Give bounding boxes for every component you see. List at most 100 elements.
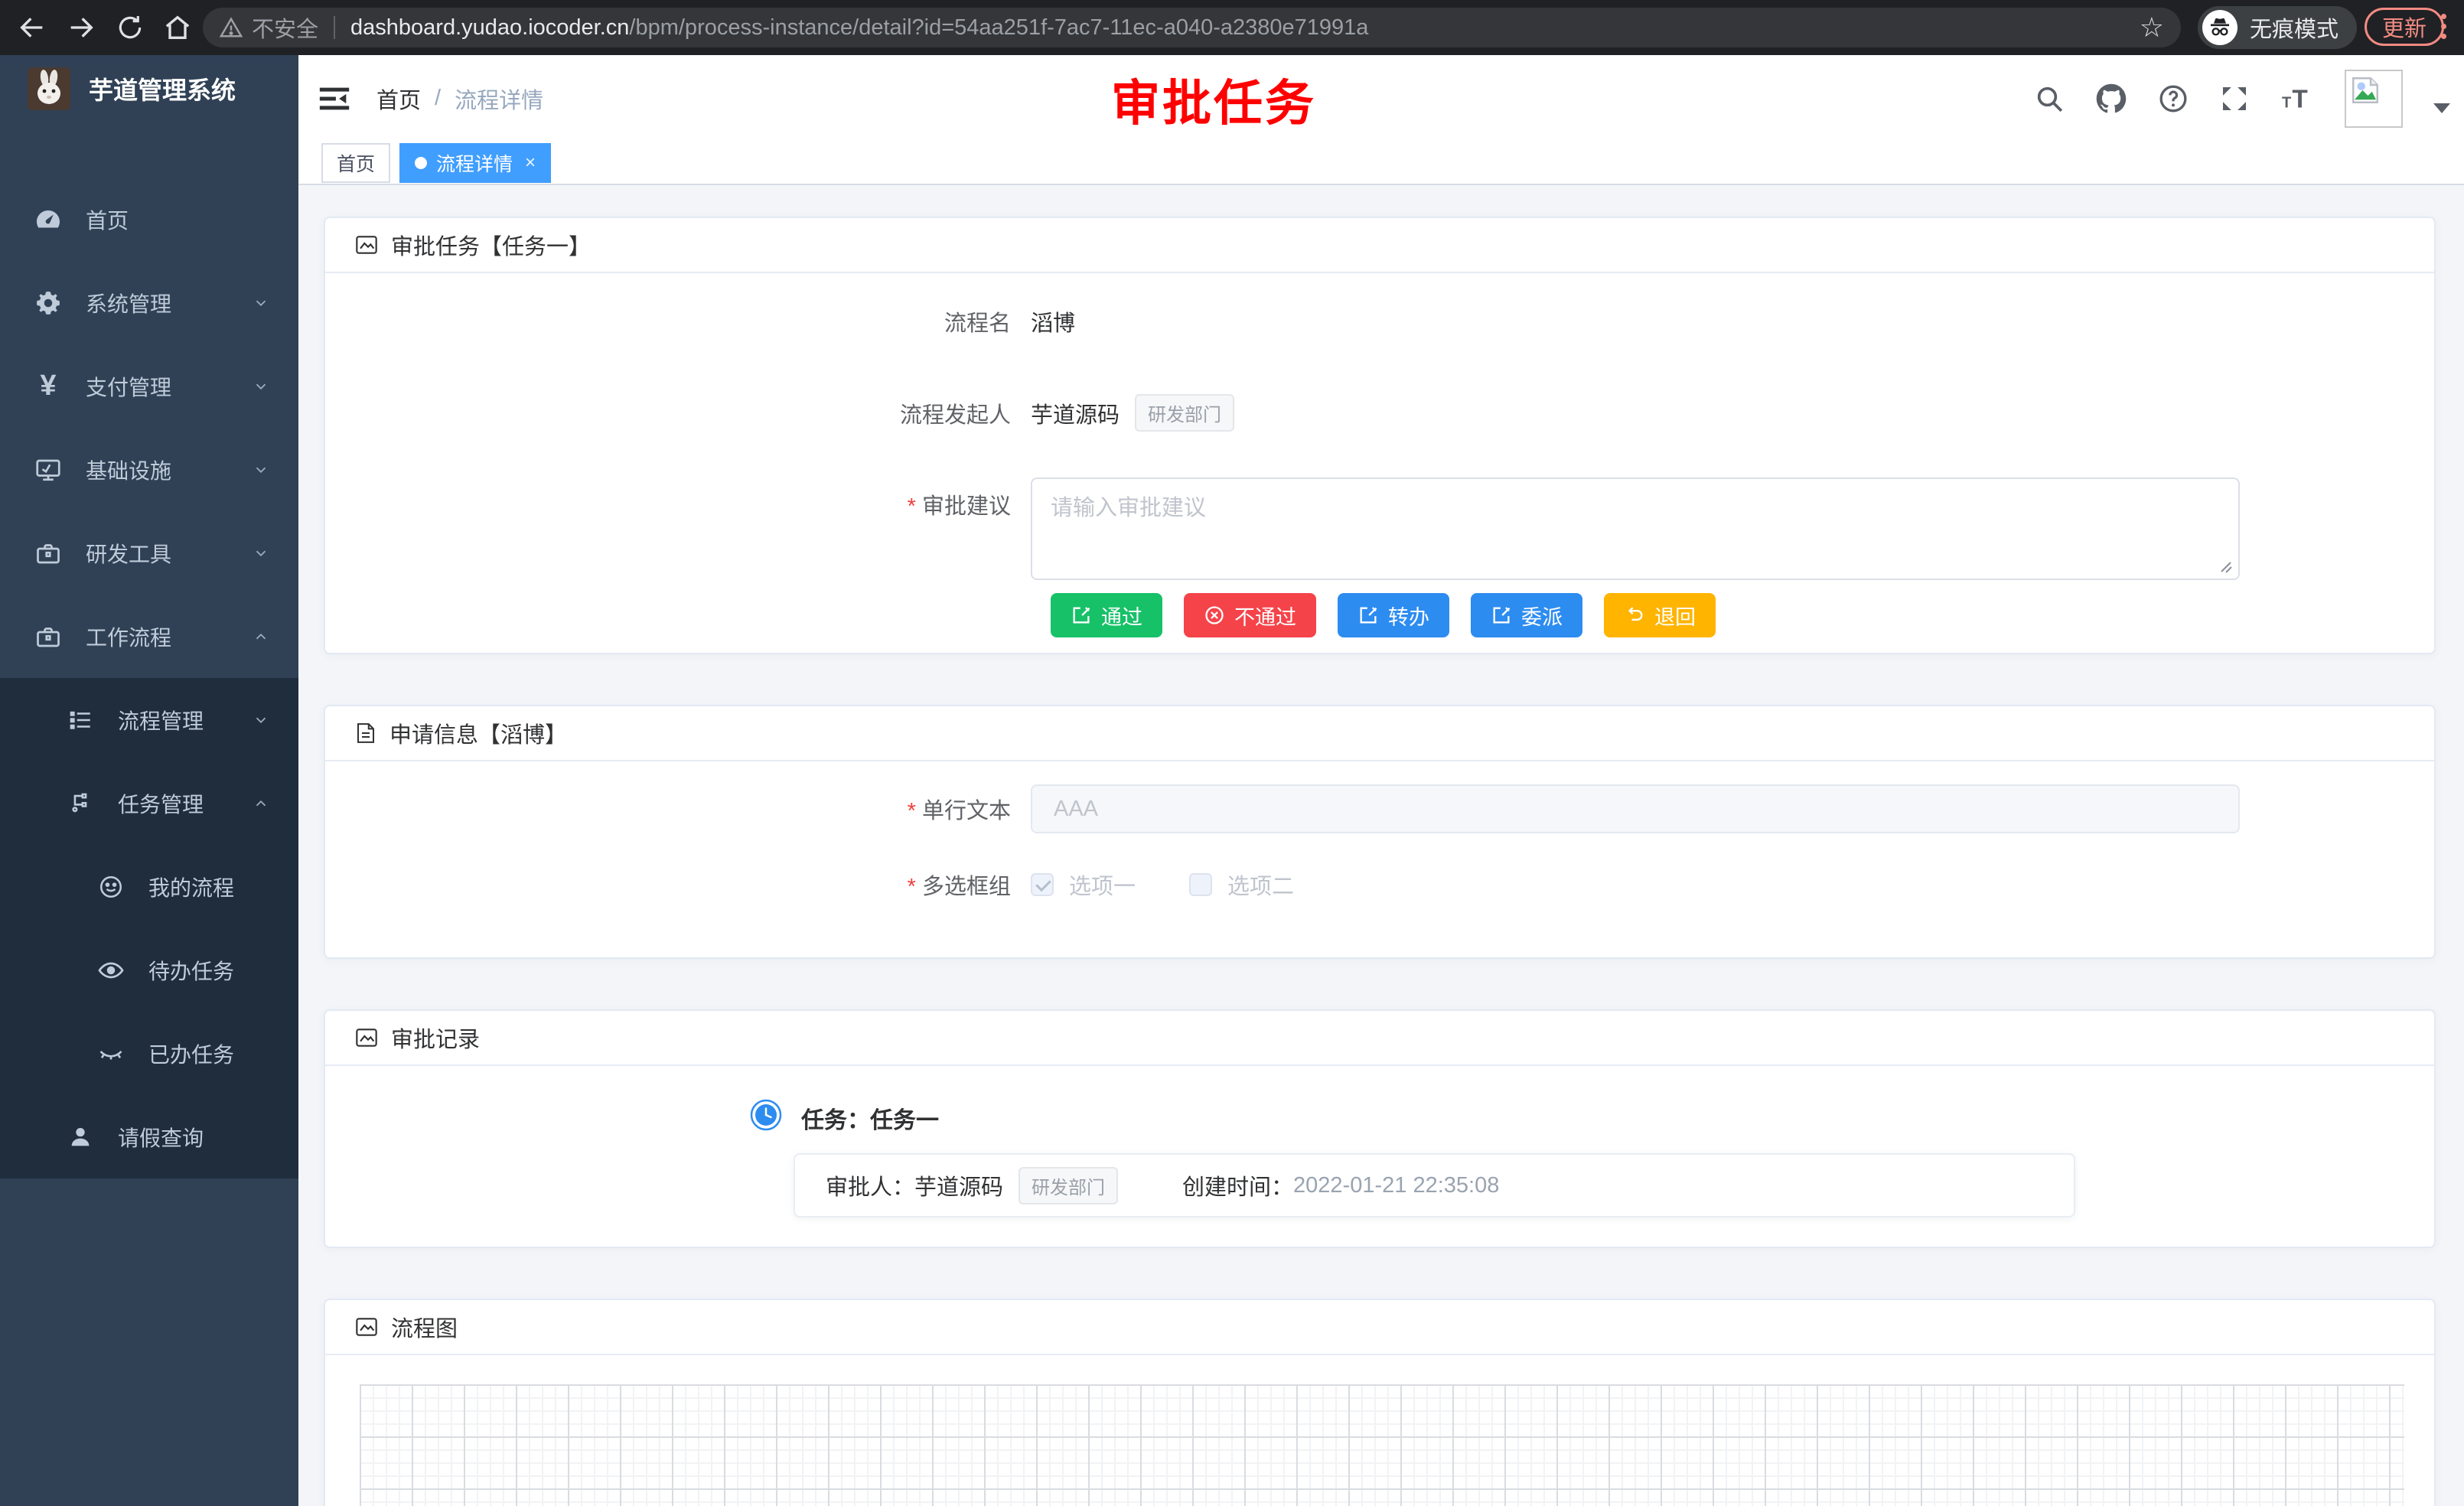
- sidebar-item-system[interactable]: 系统管理: [0, 261, 298, 344]
- sidebar-item-label: 系统管理: [86, 288, 171, 318]
- field-label-required: 单行文本: [801, 793, 1031, 825]
- github-icon[interactable]: [2095, 83, 2127, 115]
- fullscreen-icon[interactable]: [2219, 83, 2250, 114]
- delegate-button[interactable]: 委派: [1471, 593, 1582, 637]
- main-content: 审批任务【任务一】 流程名 滔博 流程发起人 芋道源码 研发部门 审批建议: [298, 185, 2464, 1506]
- logo-rabbit-image: [28, 67, 70, 110]
- search-icon[interactable]: [2034, 83, 2065, 114]
- dept-tag: 研发部门: [1019, 1167, 1118, 1204]
- chevron-down-icon: [253, 461, 269, 478]
- incognito-label: 无痕模式: [2250, 11, 2339, 44]
- browser-reload-button[interactable]: [113, 11, 147, 44]
- checkbox-label: 选项二: [1227, 869, 1294, 901]
- sidebar-item-task-mgmt[interactable]: 任务管理: [0, 761, 298, 845]
- tag-home[interactable]: 首页: [321, 143, 390, 183]
- fold-menu-icon: [317, 81, 352, 116]
- card-title: 申请信息【滔博】: [389, 717, 567, 749]
- reject-button[interactable]: 不通过: [1184, 593, 1316, 637]
- return-button[interactable]: 退回: [1604, 593, 1716, 637]
- card-body: 任务：任务一 审批人： 芋道源码 研发部门 创建时间： 2022-01-21 2…: [325, 1066, 2434, 1248]
- sidebar-item-todo-tasks[interactable]: 待办任务: [0, 928, 298, 1012]
- divider: [334, 16, 335, 39]
- suggestion-textarea[interactable]: [1031, 478, 2240, 580]
- bpmn-canvas[interactable]: [360, 1384, 2404, 1506]
- monitor-icon: [32, 456, 64, 484]
- checkbox-label: 选项一: [1069, 869, 1136, 901]
- sidebar-item-label: 研发工具: [86, 538, 171, 569]
- resize-grip[interactable]: [2218, 559, 2234, 575]
- approve-button[interactable]: 通过: [1051, 593, 1162, 637]
- card-header: 流程图: [325, 1300, 2434, 1355]
- browser-home-button[interactable]: [161, 11, 194, 44]
- card-header: 申请信息【滔博】: [325, 706, 2434, 761]
- breadcrumb-home-link[interactable]: 首页: [376, 83, 421, 115]
- forward-arrow-icon: [66, 12, 96, 43]
- address-bar[interactable]: 不安全 dashboard.yudao.iocoder.cn /bpm/proc…: [203, 8, 2181, 47]
- flow-chart-card: 流程图: [324, 1299, 2436, 1506]
- reload-icon: [116, 13, 145, 42]
- app-logo: 芋道管理系统: [0, 55, 298, 122]
- sidebar: 芋道管理系统 首页 系统管理 ¥ 支付管理 基础设施 研发工具 工: [0, 55, 298, 1506]
- sidebar-item-label: 流程管理: [118, 705, 204, 735]
- sidebar-item-process-mgmt[interactable]: 流程管理: [0, 678, 298, 761]
- created-time-value: 2022-01-21 22:35:08: [1293, 1173, 1499, 1198]
- edit-icon: [1357, 605, 1379, 626]
- avatar[interactable]: [2345, 70, 2403, 128]
- transfer-button[interactable]: 转办: [1338, 593, 1449, 637]
- browser-chrome: 不安全 dashboard.yudao.iocoder.cn /bpm/proc…: [0, 0, 2464, 55]
- sidebar-item-my-process[interactable]: 我的流程: [0, 845, 298, 928]
- sidebar-collapse-button[interactable]: [317, 81, 352, 116]
- browser-menu-button[interactable]: [2441, 14, 2446, 39]
- incognito-badge: 无痕模式: [2198, 6, 2357, 49]
- document-icon: [354, 721, 377, 745]
- sidebar-item-devtools[interactable]: 研发工具: [0, 511, 298, 595]
- process-name-value: 滔博: [1031, 305, 1075, 337]
- single-line-text-input: [1031, 784, 2240, 833]
- tag-label: 流程详情: [436, 149, 513, 177]
- sidebar-item-infra[interactable]: 基础设施: [0, 428, 298, 511]
- sidebar-item-home[interactable]: 首页: [0, 178, 298, 261]
- form-row-process-name: 流程名 滔博: [801, 305, 2434, 337]
- face-icon: [95, 874, 127, 900]
- broken-image-icon: [2349, 74, 2381, 106]
- sidebar-item-payment[interactable]: ¥ 支付管理: [0, 344, 298, 428]
- timeline-clock-icon: [750, 1099, 782, 1131]
- sidebar-item-leave-query[interactable]: 请假查询: [0, 1095, 298, 1178]
- font-size-icon[interactable]: TT: [2280, 83, 2314, 114]
- checkbox-group: 选项一 选项二: [1031, 869, 1294, 901]
- avatar-dropdown-caret[interactable]: [2433, 103, 2450, 113]
- approval-record-card: 审批记录 任务：任务一 审批人： 芋道源码 研发部门 创建时间： 2022-01…: [324, 1009, 2436, 1248]
- incognito-icon: [2202, 10, 2237, 45]
- card-body: 单行文本 多选框组 选项一 选项二: [325, 761, 2434, 901]
- active-dot: [415, 157, 427, 169]
- bookmark-star-icon[interactable]: ☆: [2140, 11, 2164, 44]
- browser-back-button[interactable]: [15, 11, 49, 44]
- sidebar-item-label: 已办任务: [148, 1038, 234, 1069]
- card-title: 流程图: [391, 1311, 458, 1343]
- card-title: 审批任务【任务一】: [391, 229, 591, 261]
- security-label: 不安全: [252, 11, 318, 44]
- button-label: 转办: [1388, 601, 1429, 631]
- card-title: 审批记录: [391, 1022, 480, 1054]
- top-navbar: 首页 / 流程详情 TT: [298, 55, 2464, 142]
- form-row-text: 单行文本: [801, 784, 2434, 833]
- help-icon[interactable]: [2158, 83, 2189, 114]
- branch-icon: [64, 790, 96, 817]
- browser-update-button[interactable]: 更新: [2365, 8, 2444, 46]
- sidebar-item-done-tasks[interactable]: 已办任务: [0, 1012, 298, 1095]
- gear-icon: [32, 289, 64, 317]
- picture-icon: [354, 1025, 379, 1050]
- browser-forward-button[interactable]: [64, 11, 98, 44]
- sidebar-item-workflow[interactable]: 工作流程: [0, 595, 298, 678]
- sidebar-item-label: 基础设施: [86, 455, 171, 485]
- form-row-suggestion: 审批建议: [801, 478, 2434, 584]
- field-label-required: 审批建议: [801, 478, 1031, 520]
- sidebar-item-label: 支付管理: [86, 371, 171, 402]
- close-icon[interactable]: ×: [525, 152, 536, 174]
- tags-view: 首页 流程详情 ×: [298, 142, 2464, 185]
- sidebar-item-label: 任务管理: [118, 788, 204, 819]
- chevron-down-icon: [253, 378, 269, 395]
- sidebar-item-label: 工作流程: [86, 621, 171, 652]
- tag-process-detail[interactable]: 流程详情 ×: [399, 143, 551, 183]
- field-label-required: 多选框组: [801, 869, 1031, 901]
